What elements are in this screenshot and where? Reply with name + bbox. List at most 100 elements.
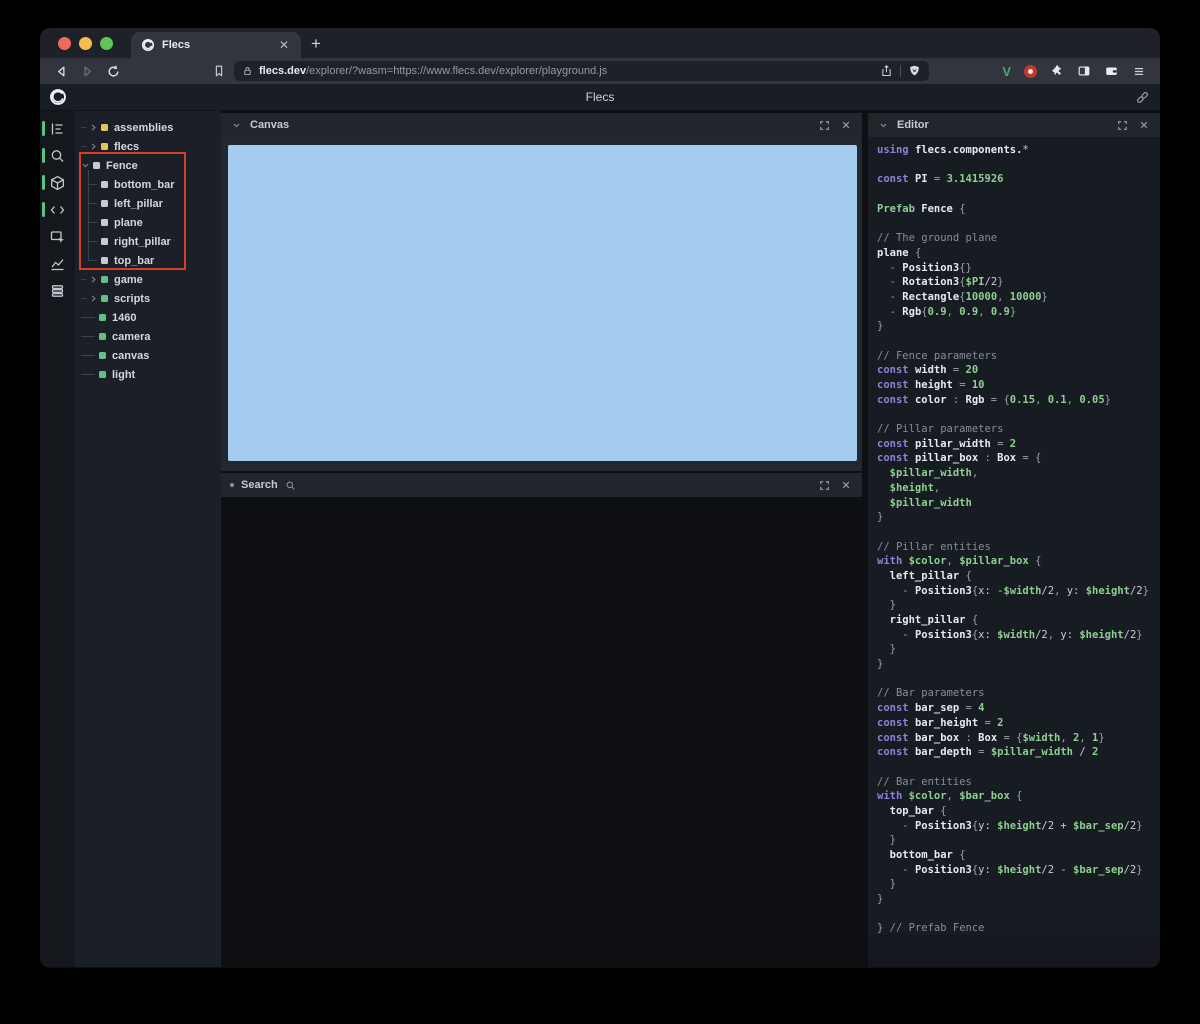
code-line: } xyxy=(877,599,896,612)
tab-close-icon[interactable]: ✕ xyxy=(275,37,293,53)
chevron-right-icon[interactable] xyxy=(89,275,98,284)
adblock-extension-icon[interactable] xyxy=(1024,64,1037,78)
bookmark-icon[interactable] xyxy=(212,64,226,78)
entity-dot xyxy=(101,124,108,131)
code-line: const width = 20 xyxy=(877,364,979,377)
sidebar-toggle-icon[interactable] xyxy=(1077,64,1091,78)
expand-icon[interactable] xyxy=(1115,120,1130,131)
code-line: } xyxy=(877,834,896,847)
code-line: - Rectangle{10000, 10000} xyxy=(877,290,1048,303)
entity-dot xyxy=(101,276,108,283)
entity-dot xyxy=(101,295,108,302)
vue-devtools-extension-icon[interactable]: V xyxy=(1002,64,1011,79)
active-indicator xyxy=(42,202,45,217)
code-line: const bar_depth = $pillar_width / 2 xyxy=(877,746,1099,759)
tree-item-label: right_pillar xyxy=(114,235,171,248)
page-title: Flecs xyxy=(585,90,615,104)
close-icon[interactable] xyxy=(1137,120,1151,130)
chevron-right-icon[interactable] xyxy=(89,123,98,132)
browser-tab[interactable]: Flecs ✕ xyxy=(131,32,301,58)
new-tab-button[interactable]: + xyxy=(301,34,331,58)
code-line: // The ground plane xyxy=(877,232,998,245)
chevron-down-icon[interactable] xyxy=(81,161,90,170)
tree-item-scripts[interactable]: scripts xyxy=(75,289,221,308)
code-line: const pillar_box : Box = { xyxy=(877,452,1042,465)
extensions-puzzle-icon[interactable] xyxy=(1050,64,1064,78)
chevron-down-icon[interactable] xyxy=(230,121,243,130)
chevron-down-icon[interactable] xyxy=(877,121,890,130)
entity-dot xyxy=(99,333,106,340)
url-bar[interactable]: flecs.dev/explorer/?wasm=https://www.fle… xyxy=(234,61,929,81)
forward-button[interactable] xyxy=(76,61,98,81)
code-line: } xyxy=(877,511,884,524)
tree-item-label: scripts xyxy=(114,292,151,305)
inspect-icon[interactable] xyxy=(40,228,75,246)
entity-dot xyxy=(101,181,108,188)
tree-item-game[interactable]: game xyxy=(75,270,221,289)
tree-item-plane[interactable]: plane xyxy=(88,213,221,232)
expand-icon[interactable] xyxy=(817,120,832,131)
code-line: } xyxy=(877,320,884,333)
entity-dot xyxy=(99,371,106,378)
stats-icon[interactable] xyxy=(40,255,75,273)
tree-item-label: top_bar xyxy=(114,254,155,267)
menu-icon[interactable] xyxy=(1132,65,1146,78)
tree-item-camera[interactable]: camera xyxy=(75,327,221,346)
bullet-icon xyxy=(230,483,234,487)
code-line: Prefab Fence { xyxy=(877,202,966,215)
chevron-right-icon[interactable] xyxy=(89,294,98,303)
tree-panel: assemblies flecs Fence bottom_bar left_pilla… xyxy=(75,111,221,967)
entity-dot xyxy=(101,200,108,207)
code-line: } xyxy=(877,658,884,671)
share-icon[interactable] xyxy=(880,64,893,78)
tree-item-Fence[interactable]: Fence xyxy=(75,156,221,175)
tree-item-label: bottom_bar xyxy=(114,178,175,191)
tree-item-flecs[interactable]: flecs xyxy=(75,137,221,156)
tree-item-light[interactable]: light xyxy=(75,365,221,384)
cube-icon[interactable] xyxy=(40,174,75,192)
code-editor[interactable]: using flecs.components.* const PI = 3.14… xyxy=(868,137,1160,935)
code-icon[interactable] xyxy=(40,201,75,219)
tree-item-right_pillar[interactable]: right_pillar xyxy=(88,232,221,251)
chevron-right-icon[interactable] xyxy=(89,142,98,151)
code-line: $pillar_width xyxy=(877,496,972,509)
stack-icon[interactable] xyxy=(40,282,75,300)
zoom-window-button[interactable] xyxy=(100,37,113,50)
minimize-window-button[interactable] xyxy=(79,37,92,50)
brave-shield-icon[interactable] xyxy=(908,64,921,78)
tree-item-assemblies[interactable]: assemblies xyxy=(75,118,221,137)
code-line: const color : Rgb = {0.15, 0.1, 0.05} xyxy=(877,393,1111,406)
search-icon[interactable] xyxy=(40,147,75,165)
flecs-favicon xyxy=(141,38,155,52)
entity-dot xyxy=(101,257,108,264)
code-line: const pillar_width = 2 xyxy=(877,437,1017,450)
canvas-panel-body xyxy=(221,137,862,471)
expand-icon[interactable] xyxy=(817,480,832,491)
code-line: - Position3{x: $width/2, y: $height/2} xyxy=(877,628,1143,641)
tree-item-1460[interactable]: 1460 xyxy=(75,308,221,327)
close-icon[interactable] xyxy=(839,480,853,490)
tree-item-bottom_bar[interactable]: bottom_bar xyxy=(88,175,221,194)
tree-item-top_bar[interactable]: top_bar xyxy=(88,251,221,270)
entity-dot xyxy=(99,352,106,359)
code-line: } // Prefab Fence xyxy=(877,922,985,935)
back-button[interactable] xyxy=(50,61,72,81)
hierarchy-icon[interactable] xyxy=(40,120,75,138)
canvas-viewport[interactable] xyxy=(228,145,857,461)
code-line: const bar_sep = 4 xyxy=(877,702,985,715)
tree-connector xyxy=(88,203,97,204)
wallet-icon[interactable] xyxy=(1104,64,1119,78)
close-icon[interactable] xyxy=(839,120,853,130)
code-line: } xyxy=(877,643,896,656)
reload-button[interactable] xyxy=(102,61,124,81)
tree-item-canvas[interactable]: canvas xyxy=(75,346,221,365)
code-line: - Position3{x: -$width/2, y: $height/2} xyxy=(877,584,1149,597)
code-line: using flecs.components.* xyxy=(877,144,1029,156)
close-window-button[interactable] xyxy=(58,37,71,50)
tree-item-left_pillar[interactable]: left_pillar xyxy=(88,194,221,213)
browser-toolbar: flecs.dev/explorer/?wasm=https://www.fle… xyxy=(40,58,1160,84)
